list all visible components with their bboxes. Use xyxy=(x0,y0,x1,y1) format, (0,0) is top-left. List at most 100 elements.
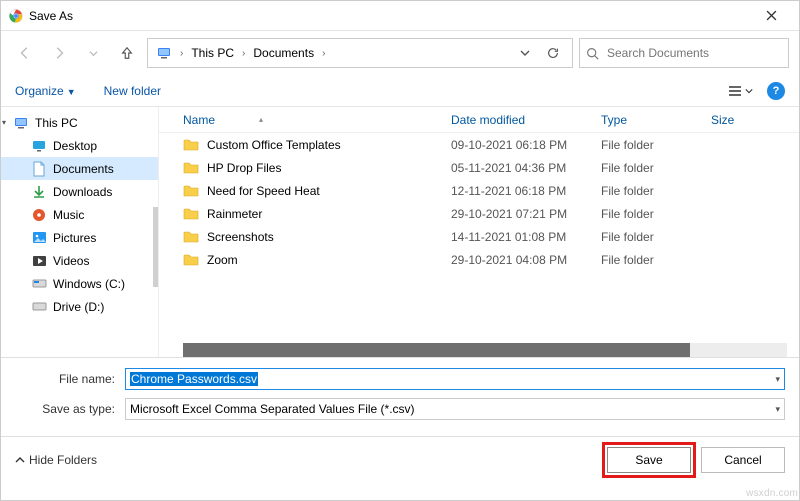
chevron-up-icon xyxy=(15,455,25,465)
downloads-icon xyxy=(31,184,47,200)
column-headers[interactable]: Name ▴ Date modified Type Size xyxy=(159,107,799,133)
new-folder-button[interactable]: New folder xyxy=(104,84,161,98)
sidebar: ▾ This PC Desktop Documents xyxy=(1,107,159,357)
column-size[interactable]: Size xyxy=(711,113,799,127)
tree-label: Drive (D:) xyxy=(53,300,104,314)
tree-label: Videos xyxy=(53,254,89,268)
search-box[interactable] xyxy=(579,38,789,68)
file-name: Need for Speed Heat xyxy=(207,184,320,198)
this-pc-icon xyxy=(156,45,172,61)
sidebar-scrollbar[interactable] xyxy=(153,207,158,287)
save-button-label: Save xyxy=(635,453,662,467)
documents-icon xyxy=(31,161,47,177)
crumb-this-pc[interactable]: This PC xyxy=(187,44,238,62)
scrollbar-thumb[interactable] xyxy=(183,343,690,357)
caret-down-icon xyxy=(745,87,753,95)
nav-row: › This PC › Documents › xyxy=(1,31,799,75)
close-button[interactable] xyxy=(751,2,791,30)
tree-downloads[interactable]: Downloads xyxy=(1,180,158,203)
file-type: File folder xyxy=(601,253,711,267)
footer: Hide Folders Save Cancel xyxy=(1,436,799,482)
save-type-select[interactable]: Microsoft Excel Comma Separated Values F… xyxy=(125,398,785,420)
column-date[interactable]: Date modified xyxy=(451,113,601,127)
breadcrumb-dropdown[interactable] xyxy=(514,42,536,64)
chevron-right-icon: › xyxy=(320,48,327,59)
file-date: 29-10-2021 04:08 PM xyxy=(451,253,601,267)
folder-icon xyxy=(183,207,199,221)
file-type: File folder xyxy=(601,138,711,152)
save-form: File name: Chrome Passwords.csv ▾ Save a… xyxy=(1,357,799,436)
tree-label: Desktop xyxy=(53,139,97,153)
watermark: wsxdn.com xyxy=(746,488,798,499)
file-date: 05-11-2021 04:36 PM xyxy=(451,161,601,175)
folder-icon xyxy=(183,253,199,267)
pictures-icon xyxy=(31,230,47,246)
tree-drive-d[interactable]: Drive (D:) xyxy=(1,295,158,318)
organize-label: Organize xyxy=(15,84,64,98)
folder-icon xyxy=(183,161,199,175)
file-date: 14-11-2021 01:08 PM xyxy=(451,230,601,244)
column-type[interactable]: Type xyxy=(601,113,711,127)
file-date: 29-10-2021 07:21 PM xyxy=(451,207,601,221)
horizontal-scrollbar[interactable] xyxy=(183,343,787,357)
tree-label: This PC xyxy=(35,116,78,130)
file-row[interactable]: Rainmeter29-10-2021 07:21 PMFile folder xyxy=(159,202,799,225)
caret-down-icon[interactable]: ▾ xyxy=(775,404,780,415)
music-icon xyxy=(31,207,47,223)
save-button[interactable]: Save xyxy=(607,447,691,473)
tree-pictures[interactable]: Pictures xyxy=(1,226,158,249)
file-pane: Name ▴ Date modified Type Size Custom Of… xyxy=(159,107,799,357)
back-button[interactable] xyxy=(11,39,39,67)
file-type: File folder xyxy=(601,230,711,244)
hide-folders-button[interactable]: Hide Folders xyxy=(15,453,97,467)
tree-label: Music xyxy=(53,208,84,222)
chevron-down-icon[interactable]: ▾ xyxy=(2,118,6,127)
search-icon xyxy=(586,47,599,60)
file-row[interactable]: Custom Office Templates09-10-2021 06:18 … xyxy=(159,133,799,156)
file-row[interactable]: Screenshots 14-11-2021 01:08 PMFile folde… xyxy=(159,225,799,248)
file-name: Screenshots xyxy=(207,230,274,244)
chevron-right-icon: › xyxy=(178,48,185,59)
tree-label: Documents xyxy=(53,162,114,176)
file-name-input[interactable]: Chrome Passwords.csv ▾ xyxy=(125,368,785,390)
file-type: File folder xyxy=(601,207,711,221)
refresh-button[interactable] xyxy=(542,42,564,64)
up-button[interactable] xyxy=(113,39,141,67)
folder-icon xyxy=(183,138,199,152)
tree-drive-c[interactable]: Windows (C:) xyxy=(1,272,158,295)
tree-videos[interactable]: Videos xyxy=(1,249,158,272)
tree-desktop[interactable]: Desktop xyxy=(1,134,158,157)
drive-icon xyxy=(31,299,47,315)
search-input[interactable] xyxy=(605,45,782,61)
tree-this-pc[interactable]: ▾ This PC xyxy=(1,111,158,134)
file-name: Custom Office Templates xyxy=(207,138,341,152)
command-bar: Organize▼ New folder ? xyxy=(1,75,799,107)
file-row[interactable]: HP Drop Files 05-11-2021 04:36 PMFile fol… xyxy=(159,156,799,179)
hide-folders-label: Hide Folders xyxy=(29,453,97,467)
drive-icon xyxy=(31,276,47,292)
caret-down-icon[interactable]: ▾ xyxy=(775,374,780,385)
help-button[interactable]: ? xyxy=(767,82,785,100)
file-name: HP Drop Files xyxy=(207,161,281,175)
titlebar: Save As xyxy=(1,1,799,31)
cancel-button[interactable]: Cancel xyxy=(701,447,785,473)
forward-button[interactable] xyxy=(45,39,73,67)
column-name[interactable]: Name ▴ xyxy=(183,113,451,127)
file-row[interactable]: Zoom29-10-2021 04:08 PMFile folder xyxy=(159,248,799,271)
file-type: File folder xyxy=(601,161,711,175)
breadcrumb[interactable]: › This PC › Documents › xyxy=(147,38,573,68)
tree-music[interactable]: Music xyxy=(1,203,158,226)
tree-documents[interactable]: Documents xyxy=(1,157,158,180)
recent-dropdown[interactable] xyxy=(79,39,107,67)
crumb-documents[interactable]: Documents xyxy=(249,44,318,62)
tree-label: Pictures xyxy=(53,231,96,245)
column-label: Name xyxy=(183,113,215,127)
file-type: File folder xyxy=(601,184,711,198)
file-date: 12-11-2021 06:18 PM xyxy=(451,184,601,198)
view-options-button[interactable] xyxy=(728,85,753,97)
folder-icon xyxy=(183,230,199,244)
organize-menu[interactable]: Organize▼ xyxy=(15,84,76,98)
file-row[interactable]: Need for Speed Heat 12-11-2021 06:18 PMFi… xyxy=(159,179,799,202)
save-type-label: Save as type: xyxy=(15,402,125,416)
content-area: ▾ This PC Desktop Documents xyxy=(1,107,799,357)
